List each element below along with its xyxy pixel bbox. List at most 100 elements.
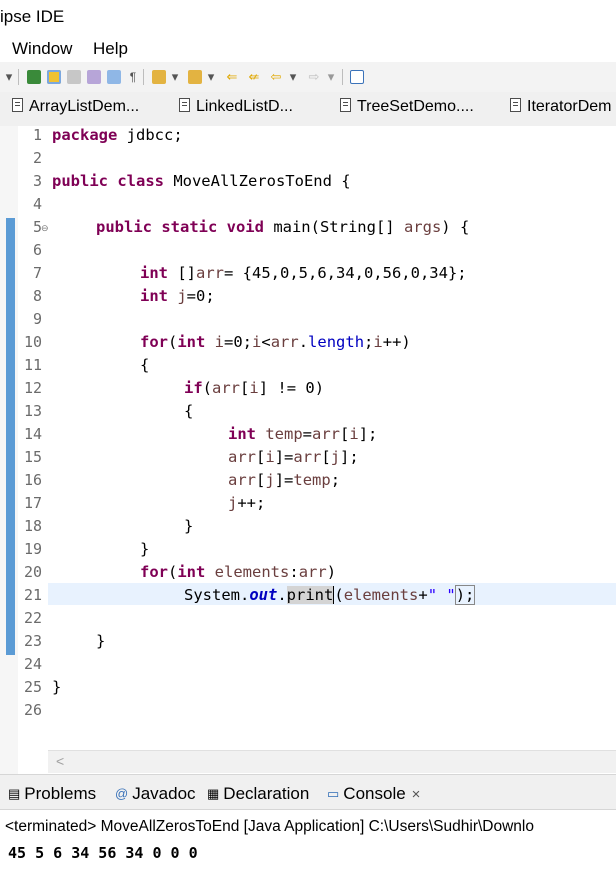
declaration-icon: ▦ [207, 786, 220, 801]
console-output: 45 5 6 34 56 34 0 0 0 [8, 844, 198, 862]
code-line: int j=0; [140, 287, 215, 305]
tab-declaration[interactable]: ▦ Declaration [207, 784, 309, 804]
previous-annotation-icon[interactable] [188, 70, 202, 84]
dropdown-icon[interactable]: ▾ [206, 68, 216, 86]
line-number: 9 [32, 310, 42, 328]
line-number: 11 [23, 356, 42, 374]
bottom-panel: ▤ Problems @ Javadoc ▦ Declaration ▭ Console… [0, 774, 616, 880]
pilcrow-icon[interactable]: ¶ [127, 68, 139, 86]
line-number: 22 [23, 609, 42, 627]
new-window-icon[interactable] [350, 70, 364, 84]
line-number: 5 [32, 218, 42, 236]
line-number: 13 [23, 402, 42, 420]
title-bar: ipse IDE [0, 0, 616, 36]
line-number: 19 [23, 540, 42, 558]
code-line: package jdbcc; [52, 126, 183, 144]
next-annotation-icon[interactable] [152, 70, 166, 84]
code-line: arr[i]=arr[j]; [228, 448, 359, 466]
text-cursor: ( [333, 586, 344, 604]
line-number: 23 [23, 632, 42, 650]
code-line: } [140, 540, 150, 558]
line-number: 26 [23, 701, 42, 719]
line-number: 20 [23, 563, 42, 581]
back-arrow-icon[interactable]: ⇦ [268, 68, 284, 86]
selected-text: print [286, 586, 334, 604]
line-number: 7 [32, 264, 42, 282]
problems-icon: ▤ [8, 786, 21, 801]
scroll-left-icon[interactable]: < [56, 753, 64, 769]
editor-tabs: ArrayListDem... LinkedListD... TreeSetDe… [0, 92, 616, 127]
line-number: 18 [23, 517, 42, 535]
dropdown-icon[interactable]: ▾ [326, 68, 336, 86]
toolbar: ▾ ¶ ▾ ▾ ⇐ ⇍ ⇦ ▾ ⇨ ▾ [0, 62, 616, 93]
back-icon[interactable]: ⇍ [246, 68, 262, 86]
toggle-breadcrumb-icon[interactable] [27, 70, 41, 84]
fold-collapse-icon[interactable]: ⊖ [41, 223, 49, 234]
code-line: } [96, 632, 106, 650]
horizontal-scrollbar[interactable]: < [48, 750, 616, 773]
code-line: int temp=arr[i]; [228, 425, 378, 443]
code-line: { [184, 402, 194, 420]
tab-console[interactable]: ▭ Console × [327, 784, 420, 804]
line-number: 10 [23, 333, 42, 351]
line-number: 16 [23, 471, 42, 489]
code-line-current: System.out.print(elements+" "); [184, 585, 476, 605]
window-title: ipse IDE [0, 7, 65, 26]
java-file-icon [510, 98, 521, 112]
line-number: 4 [32, 195, 42, 213]
line-number: 14 [23, 425, 42, 443]
code-line: for(int i=0;i<arr.length;i++) [140, 333, 411, 351]
line-number: 3 [32, 172, 42, 190]
menu-help[interactable]: Help [93, 39, 128, 59]
bottom-panel-tabs: ▤ Problems @ Javadoc ▦ Declaration ▭ Console… [0, 774, 616, 810]
line-number: 2 [32, 149, 42, 167]
toolbar-separator [143, 69, 144, 85]
tab-problems[interactable]: ▤ Problems [8, 784, 96, 804]
line-number: 25 [23, 678, 42, 696]
line-number: 21 [23, 586, 42, 604]
quick-diff-bar [6, 218, 15, 655]
code-line: public class MoveAllZerosToEnd { [52, 172, 351, 190]
code-line: } [52, 678, 62, 696]
line-number: 17 [23, 494, 42, 512]
dropdown-icon[interactable]: ▾ [170, 68, 180, 86]
tab-linkedlistdemo[interactable]: LinkedListD... [179, 98, 293, 120]
dropdown-icon[interactable]: ▾ [288, 68, 298, 86]
line-number: 6 [32, 241, 42, 259]
code-line: public static void main(String[] args) { [96, 218, 470, 236]
console-icon: ▭ [327, 786, 340, 801]
tab-iteratordemo[interactable]: IteratorDem [510, 98, 611, 120]
code-line: for(int elements:arr) [140, 563, 337, 581]
word-wrap-icon[interactable] [87, 70, 101, 84]
close-icon[interactable]: × [412, 786, 421, 803]
code-line: j++; [228, 494, 266, 512]
mark-occurrences-icon[interactable] [47, 70, 61, 84]
java-file-icon [12, 98, 23, 112]
toolbar-separator [18, 69, 19, 85]
javadoc-icon: @ [115, 786, 129, 801]
line-number: 12 [23, 379, 42, 397]
toolbar-dropdown-icon[interactable]: ▾ [4, 68, 14, 86]
code-editor[interactable]: 1 2 3 4 5 6 7 8 9 10 11 12 13 14 15 16 1… [0, 126, 616, 774]
code-line: int []arr= {45,0,5,6,34,0,56,0,34}; [140, 264, 467, 282]
code-line: arr[j]=temp; [228, 471, 341, 489]
code-line: if(arr[i] != 0) [184, 379, 325, 397]
console-status: <terminated> MoveAllZerosToEnd [Java App… [5, 818, 534, 835]
line-number: 24 [23, 655, 42, 673]
line-number: 1 [32, 126, 42, 144]
toolbar-separator [342, 69, 343, 85]
toggle-block-selection-icon[interactable] [67, 70, 81, 84]
tab-arraylistdemo[interactable]: ArrayListDem... [12, 98, 139, 120]
code-line: } [184, 517, 194, 535]
tab-javadoc[interactable]: @ Javadoc [115, 784, 196, 804]
java-file-icon [179, 98, 190, 112]
forward-arrow-icon[interactable]: ⇨ [306, 68, 322, 86]
line-number: 15 [23, 448, 42, 466]
menu-bar: Window Help [0, 36, 616, 62]
show-whitespace-icon[interactable] [107, 70, 121, 84]
menu-window[interactable]: Window [12, 39, 72, 59]
code-line: { [140, 356, 150, 374]
line-number: 8 [32, 287, 42, 305]
tab-treesetdemo[interactable]: TreeSetDemo.... [340, 98, 474, 120]
last-edit-location-icon[interactable]: ⇐ [224, 68, 240, 86]
